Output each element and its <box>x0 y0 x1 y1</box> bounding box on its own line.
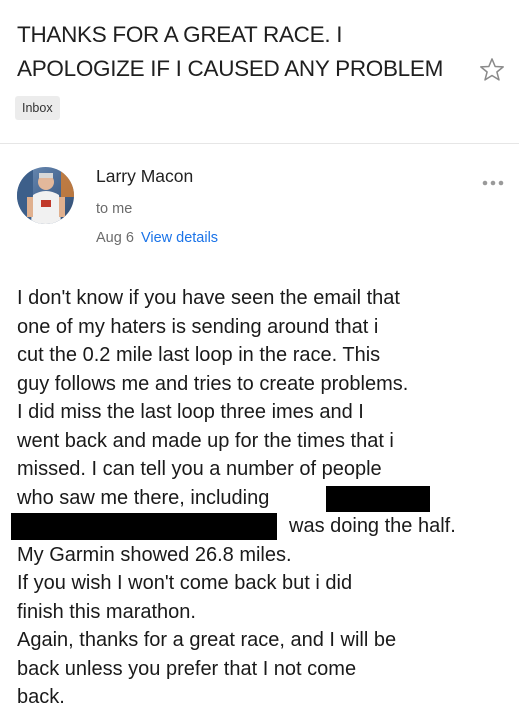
email-body: I don't know if you have seen the email … <box>11 284 512 712</box>
body-line: back unless you prefer that I not come <box>17 657 357 680</box>
redaction-block <box>326 485 430 512</box>
subject-line-1: THANKS FOR A GREAT RACE. I <box>17 22 343 47</box>
inbox-label-chip[interactable]: Inbox <box>15 96 60 120</box>
recipient-text: to me <box>96 201 133 217</box>
body-line: one of my haters is sending around that … <box>17 315 379 338</box>
body-line: guy follows me and tries to create probl… <box>17 372 409 395</box>
body-line: My Garmin showed 26.8 miles. <box>17 543 292 566</box>
date-row: Aug 6 View details <box>96 230 218 246</box>
sender-avatar[interactable] <box>17 167 74 224</box>
body-line: went back and made up for the times that… <box>17 429 394 452</box>
email-subject: THANKS FOR A GREAT RACE. I APOLOGIZE IF … <box>17 18 477 86</box>
body-line-text: who saw me there, including <box>17 486 270 509</box>
email-date: Aug 6 <box>96 230 134 246</box>
body-line: If you wish I won't come back but i did <box>17 572 353 594</box>
header-divider <box>0 143 519 144</box>
redaction-block <box>11 513 277 540</box>
more-options-icon[interactable] <box>478 176 508 190</box>
body-line: cut the 0.2 mile last loop in the race. … <box>17 344 381 366</box>
subject-line-2: APOLOGIZE IF I CAUSED ANY PROBLEM <box>17 56 444 81</box>
body-line: finish this marathon. <box>17 600 196 623</box>
sender-name[interactable]: Larry Macon <box>96 166 193 187</box>
body-line: missed. I can tell you a number of peopl… <box>17 458 382 480</box>
body-line: I did miss the last loop three imes and … <box>17 401 364 423</box>
body-line: I don't know if you have seen the email … <box>17 287 400 309</box>
view-details-link[interactable]: View details <box>141 230 218 246</box>
body-line-with-redaction: was doing the half. <box>11 512 512 541</box>
body-line: Again, thanks for a great race, and I wi… <box>17 629 397 651</box>
body-line: back. <box>17 686 65 708</box>
body-line-text: was doing the half. <box>289 515 456 537</box>
body-line-with-redaction: who saw me there, including <box>17 484 512 513</box>
star-icon[interactable] <box>478 56 506 84</box>
